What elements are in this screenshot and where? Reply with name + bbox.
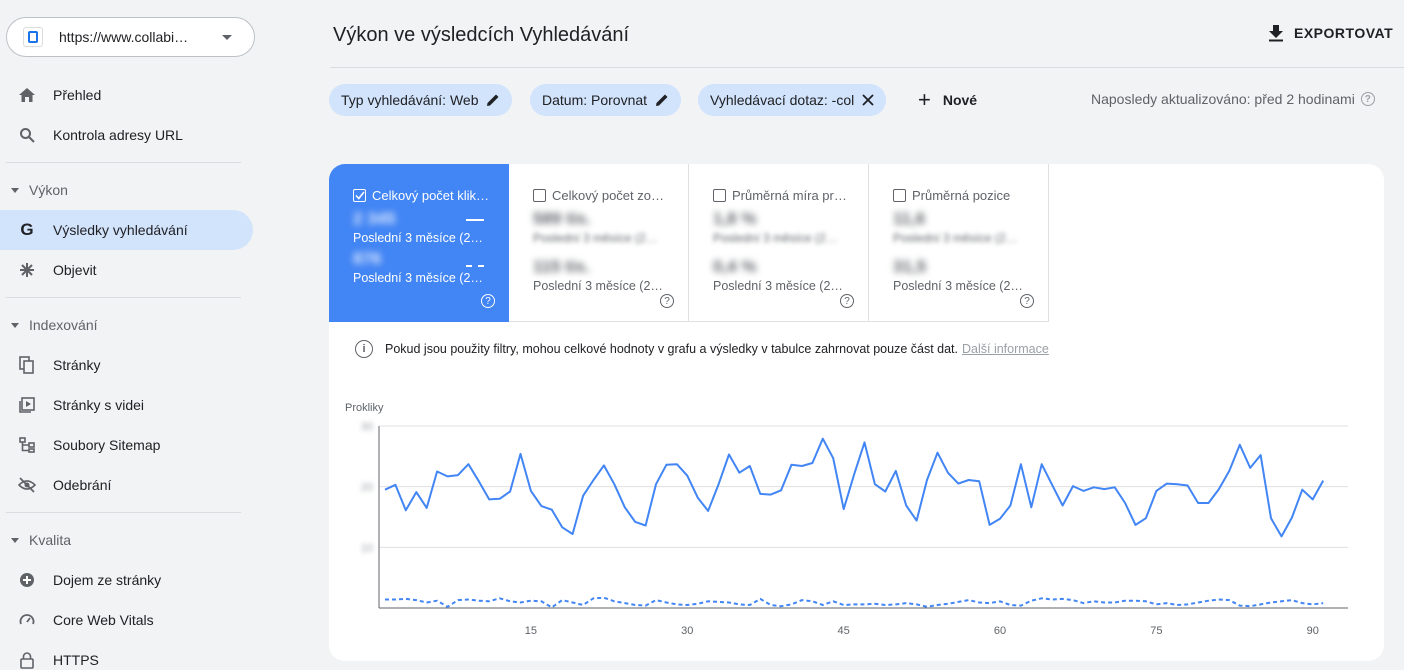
metric-value-current: 11,6	[893, 209, 926, 228]
y-tick-label: 20	[361, 482, 373, 494]
sidebar-item-kontrola-url[interactable]: Kontrola adresy URL	[0, 115, 253, 155]
header-divider	[330, 67, 1404, 68]
search-icon	[18, 126, 36, 144]
filter-chip-date[interactable]: Datum: Porovnat	[530, 84, 682, 116]
download-icon	[1269, 25, 1283, 42]
checkbox-checked-icon[interactable]	[353, 189, 366, 202]
checkbox-icon[interactable]	[893, 189, 906, 202]
sidebar-divider	[6, 162, 241, 163]
plus-icon: +	[918, 87, 931, 112]
sidebar-item-objevit[interactable]: Objevit	[0, 250, 253, 290]
sidebar-divider	[6, 297, 241, 298]
help-icon[interactable]: ?	[660, 294, 674, 308]
lock-icon	[18, 651, 36, 669]
x-tick-label: 75	[1150, 625, 1162, 637]
sidebar-item-stranky[interactable]: Stránky	[0, 345, 253, 385]
sidebar-item-core-web-vitals[interactable]: Core Web Vitals	[0, 600, 253, 640]
metric-period-previous: Poslední 3 měsíce (2…	[533, 279, 663, 293]
close-icon[interactable]	[862, 94, 874, 106]
metric-average-position[interactable]: Průměrná pozice 11,6 Poslední 3 měsíce (…	[869, 164, 1049, 322]
metric-period-previous: Poslední 3 měsíce (2…	[893, 279, 1023, 293]
asterisk-icon	[18, 261, 36, 279]
more-info-link[interactable]: Další informace	[962, 342, 1049, 356]
pages-icon	[18, 356, 36, 374]
metric-period-current: Poslední 3 měsíce (2…	[353, 231, 483, 245]
sidebar-item-dojem[interactable]: Dojem ze stránky	[0, 560, 253, 600]
checkbox-icon[interactable]	[533, 189, 546, 202]
caret-down-icon	[11, 187, 19, 193]
metric-period-previous: Poslední 3 měsíce (2…	[713, 279, 843, 293]
checkbox-icon[interactable]	[713, 189, 726, 202]
x-tick-label: 30	[681, 625, 693, 637]
help-icon[interactable]: ?	[840, 294, 854, 308]
section-indexovani[interactable]: Indexování	[0, 310, 240, 340]
caret-down-icon	[11, 322, 19, 328]
metric-period-current: Poslední 3 měsíce (2…	[533, 231, 658, 245]
filter-chip-search-type[interactable]: Typ vyhledávání: Web	[329, 84, 513, 116]
metric-value-current: 2 345	[353, 209, 396, 228]
filter-info-notice: i Pokud jsou použity filtry, mohou celko…	[355, 340, 1049, 358]
legend-solid-line	[466, 219, 484, 221]
metric-value-previous: 115 tis.	[533, 257, 590, 276]
metric-period-previous: Poslední 3 měsíce (2…	[353, 271, 483, 285]
eye-off-icon	[18, 476, 36, 494]
sidebar-divider	[6, 512, 241, 513]
metric-total-clicks[interactable]: Celkový počet klik… 2 345 Poslední 3 měs…	[329, 164, 509, 322]
section-vykon[interactable]: Výkon	[0, 175, 240, 205]
home-icon	[18, 86, 36, 104]
sitemap-icon	[18, 436, 36, 454]
y-tick-label: 30	[361, 421, 373, 433]
x-tick-label: 60	[994, 625, 1006, 637]
metric-total-impressions[interactable]: Celkový počet zo… 589 tis. Poslední 3 mě…	[509, 164, 689, 322]
gauge-icon	[18, 611, 36, 629]
y-tick-label: 10	[361, 542, 373, 554]
metric-average-ctr[interactable]: Průměrná míra pr… 1,8 % Poslední 3 měsíc…	[689, 164, 869, 322]
performance-card: Celkový počet klik… 2 345 Poslední 3 měs…	[329, 164, 1384, 661]
google-g-icon: G	[20, 220, 34, 239]
caret-down-icon	[11, 537, 19, 543]
x-tick-label: 45	[838, 625, 850, 637]
x-tick-label: 90	[1307, 625, 1319, 637]
series-line-current[interactable]	[384, 437, 1325, 538]
video-pages-icon	[18, 396, 36, 414]
help-icon[interactable]: ?	[481, 294, 495, 308]
pencil-icon[interactable]	[486, 93, 500, 107]
clicks-line-chart[interactable]: 10 20 30 15 30 45 60 75 90	[329, 414, 1384, 644]
sidebar: https://www.collabi… Přehled Kontrola ad…	[0, 0, 262, 670]
metric-period-current: Poslední 3 měsíce (2…	[893, 231, 1018, 245]
add-filter-button[interactable]: + Nové	[918, 84, 977, 116]
help-icon[interactable]: ?	[1360, 92, 1375, 106]
metric-period-current: Poslední 3 měsíce (2…	[713, 231, 838, 245]
series-line-previous[interactable]	[385, 596, 1324, 609]
export-button[interactable]: EXPORTOVAT	[1268, 24, 1393, 42]
sidebar-item-stranky-s-videi[interactable]: Stránky s videi	[0, 385, 253, 425]
section-kvalita[interactable]: Kvalita	[0, 525, 240, 555]
caret-down-icon	[222, 34, 232, 40]
sidebar-item-odebrani[interactable]: Odebrání	[0, 465, 253, 505]
metric-value-previous: 876	[353, 249, 382, 268]
pencil-icon[interactable]	[655, 93, 669, 107]
plus-circle-icon	[18, 571, 36, 589]
sidebar-item-sitemap[interactable]: Soubory Sitemap	[0, 425, 253, 465]
metric-value-previous: 0,4 %	[713, 257, 757, 276]
property-icon	[23, 27, 43, 47]
chart-y-label: Prokliky	[345, 402, 384, 414]
property-url: https://www.collabi…	[59, 29, 189, 45]
metric-value-current: 589 tis.	[533, 209, 591, 228]
filter-chip-query[interactable]: Vyhledávací dotaz: -col	[698, 84, 887, 116]
sidebar-item-prehled[interactable]: Přehled	[0, 75, 253, 115]
sidebar-item-https[interactable]: HTTPS	[0, 640, 253, 670]
legend-dashed-line	[466, 265, 484, 267]
last-updated: Naposledy aktualizováno: před 2 hodinami…	[1091, 91, 1375, 107]
metric-value-current: 1,8 %	[713, 209, 757, 228]
property-selector[interactable]: https://www.collabi…	[6, 17, 255, 57]
x-tick-label: 15	[525, 625, 537, 637]
sidebar-item-vysledky-vyhledavani[interactable]: G Výsledky vyhledávání	[0, 210, 253, 250]
metric-value-previous: 31,5	[893, 257, 927, 276]
info-icon: i	[355, 340, 373, 358]
page-title: Výkon ve výsledcích Vyhledávání	[333, 24, 630, 46]
help-icon[interactable]: ?	[1020, 294, 1034, 308]
